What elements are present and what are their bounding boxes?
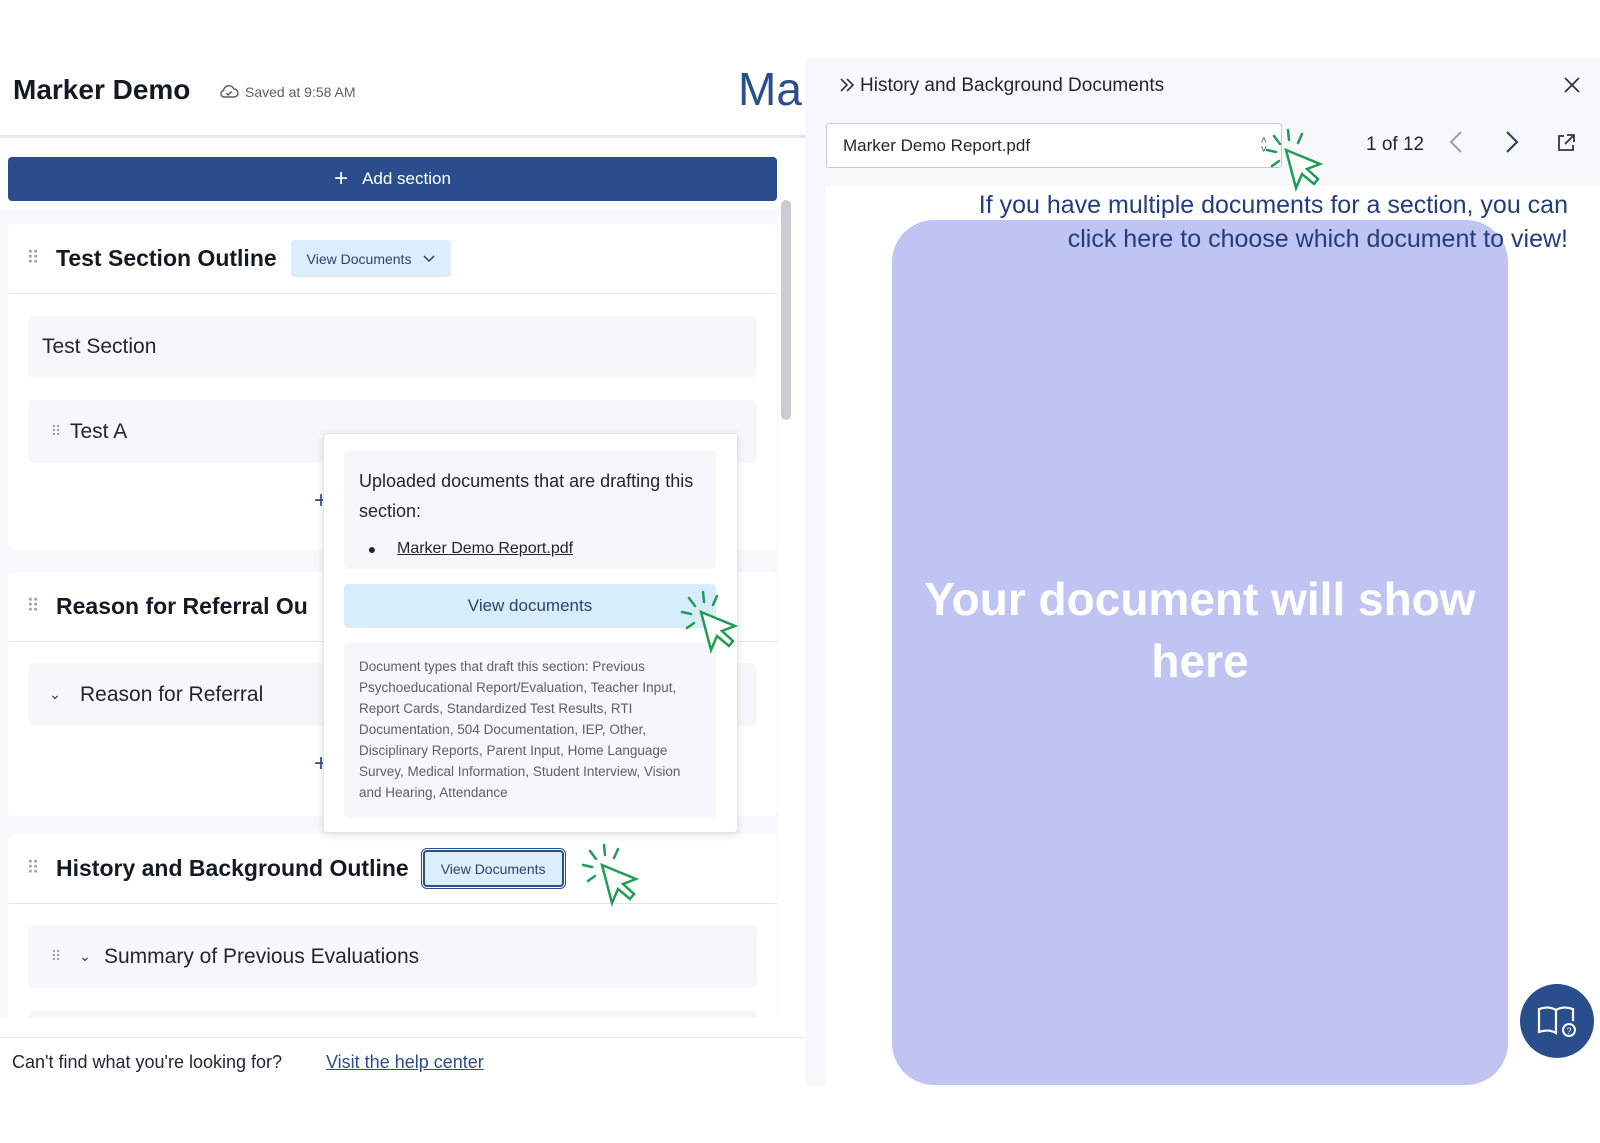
help-book-icon: ?	[1537, 1006, 1576, 1037]
header-divider	[0, 135, 805, 138]
view-documents-label: View Documents	[306, 250, 412, 267]
close-icon[interactable]	[1563, 70, 1581, 101]
drag-handle-icon[interactable]: ⠿	[8, 248, 56, 269]
app-title: Marker Demo	[13, 74, 191, 105]
plus-icon: +	[334, 165, 349, 192]
popover-heading: Uploaded documents that are drafting thi…	[359, 471, 694, 521]
saved-status-text: Saved at 9:58 AM	[245, 84, 356, 100]
add-section-label: Add section	[362, 169, 451, 188]
list-item-label: Test A	[70, 419, 128, 443]
drag-handle-icon[interactable]: ⠿	[40, 423, 70, 440]
section-card-header: ⠿ History and Background Outline View Do…	[8, 834, 777, 904]
footer-question: Can't find what you're looking for?	[12, 1052, 283, 1072]
svg-text:?: ?	[1566, 1026, 1571, 1036]
view-documents-button-active[interactable]: View Documents	[420, 848, 566, 889]
open-external-icon[interactable]	[1556, 133, 1576, 158]
drag-handle-icon[interactable]: ⠿	[8, 596, 56, 617]
viewer-title: History and Background Documents	[860, 75, 1165, 96]
drag-handle-icon[interactable]: ⠿	[8, 858, 56, 879]
list-item[interactable]: ⠿ ⌄ Summary of Previous Evaluations	[28, 925, 757, 988]
tutorial-annotation: If you have multiple documents for a sec…	[978, 191, 1568, 253]
double-chevron-right-icon[interactable]	[838, 76, 856, 100]
section-title: History and Background Outline	[56, 855, 409, 881]
scrollbar-thumb[interactable]	[781, 200, 791, 420]
list-item-label: Reason for Referral	[80, 682, 264, 706]
section-card-history: ⠿ History and Background Outline View Do…	[8, 834, 777, 1018]
drag-handle-icon[interactable]: ⠿	[40, 948, 70, 965]
help-button[interactable]: ?	[1520, 984, 1594, 1058]
view-documents-label: View Documents	[440, 860, 546, 877]
list-item-label: Summary of Previous Evaluations	[104, 944, 420, 968]
popover-document-item: ● Marker Demo Report.pdf	[359, 540, 573, 558]
section-title: Test Section Outline	[56, 245, 277, 271]
documents-popover: Uploaded documents that are drafting thi…	[323, 433, 738, 833]
chevron-down-icon[interactable]: ⌄	[70, 948, 100, 965]
chevron-down-icon[interactable]: ⌄	[40, 686, 70, 703]
list-item[interactable]: Test Section	[28, 315, 757, 378]
list-item[interactable]	[28, 1010, 757, 1018]
click-cursor-icon	[581, 843, 640, 907]
placeholder-text: Your document will show here	[924, 573, 1476, 687]
uploaded-documents-box: Uploaded documents that are drafting thi…	[344, 450, 716, 569]
page-indicator: 1 of 12	[1366, 134, 1425, 155]
chevron-right-icon[interactable]	[1505, 130, 1519, 161]
click-cursor-icon	[680, 590, 739, 654]
saved-status: Saved at 9:58 AM	[219, 84, 356, 100]
add-section-button[interactable]: + Add section	[8, 157, 777, 201]
section-card-header: ⠿ Test Section Outline View Documents	[8, 224, 777, 294]
document-select[interactable]: Marker Demo Report.pdf ˄ ˅	[826, 123, 1282, 168]
chevron-down-icon	[423, 254, 435, 262]
click-cursor-icon	[1265, 128, 1324, 192]
document-types-text: Document types that draft this section: …	[344, 642, 716, 818]
view-documents-button[interactable]: View Documents	[290, 240, 452, 277]
section-title: Reason for Referral Ou	[56, 593, 308, 619]
footer-divider	[0, 1037, 805, 1038]
chevron-left-icon[interactable]	[1449, 130, 1463, 161]
cloud-check-icon	[220, 84, 239, 98]
document-select-value: Marker Demo Report.pdf	[843, 135, 1031, 155]
bullet-icon: ●	[367, 541, 377, 557]
view-documents-popover-button[interactable]: View documents	[344, 584, 716, 628]
help-center-link[interactable]: Visit the help center	[326, 1052, 484, 1073]
list-item-label: Test Section	[42, 334, 157, 358]
document-link[interactable]: Marker Demo Report.pdf	[397, 540, 573, 558]
